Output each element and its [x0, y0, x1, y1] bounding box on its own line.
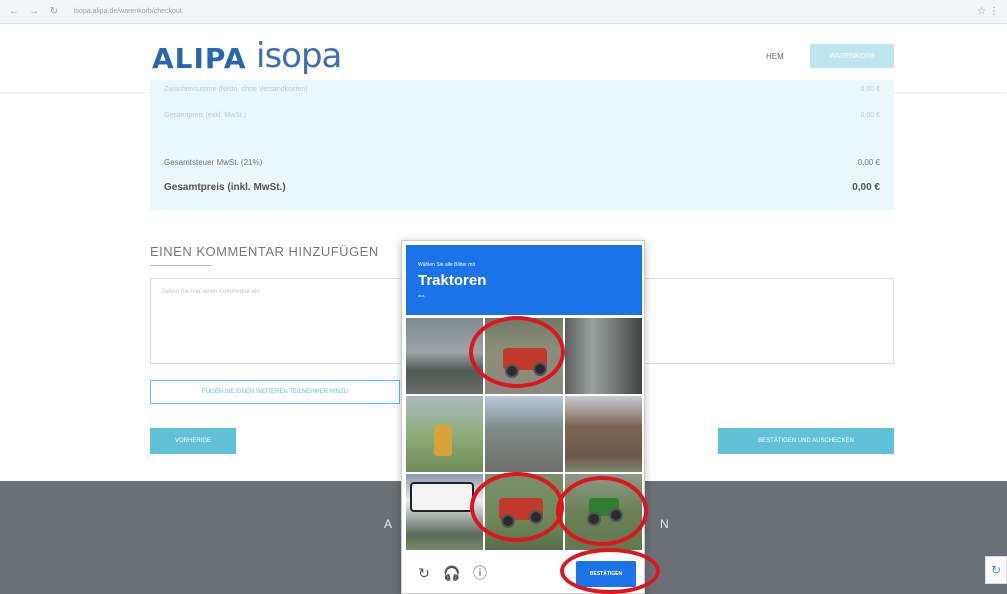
tractor-wheel: [501, 514, 516, 528]
captcha-tile-street-scene[interactable]: [406, 318, 484, 394]
summary-row-label: Gesamtpreis (exkl. MwSt.): [164, 112, 247, 119]
captcha-instruction: Wählen Sie alle Bilder mit: [418, 262, 475, 268]
summary-total-value: 0,00 €: [852, 182, 880, 193]
captcha-dialog: Wählen Sie alle Bilder mit Traktoren aus: [401, 240, 645, 594]
summary-row: Zwischensumme (Netto, ohne Versandkosten…: [164, 86, 880, 93]
bus-image: [410, 482, 474, 512]
cart-button[interactable]: WARENKORB: [810, 44, 894, 68]
title-underline: [150, 265, 212, 266]
back-arrow-icon[interactable]: ←: [8, 6, 20, 18]
captcha-tile-house[interactable]: [564, 396, 642, 472]
footer-text-left: A: [384, 517, 393, 531]
captcha-note: aus: [418, 293, 425, 298]
summary-row-value: 0,00 €: [860, 112, 880, 119]
reload-icon[interactable]: ↻: [414, 563, 434, 583]
summary-total-label: Gesamtpreis (inkl. MwSt.): [164, 182, 286, 193]
captcha-verify-button[interactable]: BESTÄTIGEN: [576, 561, 636, 587]
info-icon[interactable]: ⓘ: [470, 563, 490, 583]
order-summary: Zwischensumme (Netto, ohne Versandkosten…: [150, 80, 894, 210]
captcha-tile-road[interactable]: [485, 396, 563, 472]
tractor-wheel: [529, 510, 544, 524]
captcha-tile-hydrant[interactable]: [406, 396, 484, 472]
browser-toolbar: ← → ↻ isopa.alipa.de/warenkorb/checkout …: [0, 0, 1007, 24]
comment-section-title: EINEN KOMMENTAR HINZUFÜGEN: [150, 244, 379, 259]
recaptcha-badge-icon[interactable]: ↻: [985, 556, 1007, 584]
summary-row-label: Gesamtsteuer MwSt. (21%): [164, 158, 263, 167]
captcha-image-grid: [406, 318, 642, 550]
forward-arrow-icon[interactable]: →: [28, 6, 40, 18]
previous-button[interactable]: VORHERIGE: [150, 428, 236, 454]
captcha-tile-bus[interactable]: [406, 474, 484, 550]
alipa-logo[interactable]: ALIPA: [152, 42, 247, 75]
tractor-wheel: [608, 508, 623, 522]
browser-menu-icons[interactable]: ☆ ⋮: [977, 6, 999, 17]
tractor-wheel: [533, 362, 548, 376]
captcha-header: Wählen Sie alle Bilder mit Traktoren aus: [406, 245, 642, 315]
tractor-wheel: [505, 364, 520, 378]
nav-link-home[interactable]: HEM: [766, 52, 784, 61]
captcha-tile-red-tractor[interactable]: [485, 474, 563, 550]
summary-row-value: 0,00 €: [857, 158, 880, 167]
captcha-tile-red-tractor[interactable]: [485, 318, 563, 394]
summary-row-label: Zwischensumme (Netto, ohne Versandkosten…: [164, 86, 308, 93]
summary-total-row: Gesamtpreis (inkl. MwSt.) 0,00 €: [164, 182, 880, 193]
isopa-logo[interactable]: isopa: [256, 36, 342, 76]
tractor-wheel: [586, 512, 601, 526]
hydrant-image: [434, 424, 452, 456]
captcha-tile-intersection[interactable]: [564, 318, 642, 394]
summary-row-value: 0,00 €: [860, 86, 880, 93]
url-bar[interactable]: isopa.alipa.de/warenkorb/checkout: [74, 8, 182, 15]
headphones-icon[interactable]: 🎧: [442, 563, 462, 583]
captcha-tile-green-tractor[interactable]: [564, 474, 642, 550]
captcha-footer: ↻ 🎧 ⓘ BESTÄTIGEN: [406, 555, 642, 591]
reload-icon[interactable]: ↻: [48, 6, 60, 18]
comment-placeholder: Geben Sie hier einen Kommentar ein: [161, 289, 260, 295]
summary-row: Gesamtsteuer MwSt. (21%) 0,00 €: [164, 158, 880, 167]
add-participant-button[interactable]: FÜGEN SIE EINEN WEITEREN TEILNEHMER HINZ…: [150, 380, 400, 404]
footer-text-right: N: [660, 517, 669, 531]
confirm-checkout-button[interactable]: BESTÄTIGEN UND AUSCHECKEN: [718, 428, 894, 454]
summary-row: Gesamtpreis (exkl. MwSt.) 0,00 €: [164, 112, 880, 119]
captcha-target: Traktoren: [418, 272, 487, 289]
